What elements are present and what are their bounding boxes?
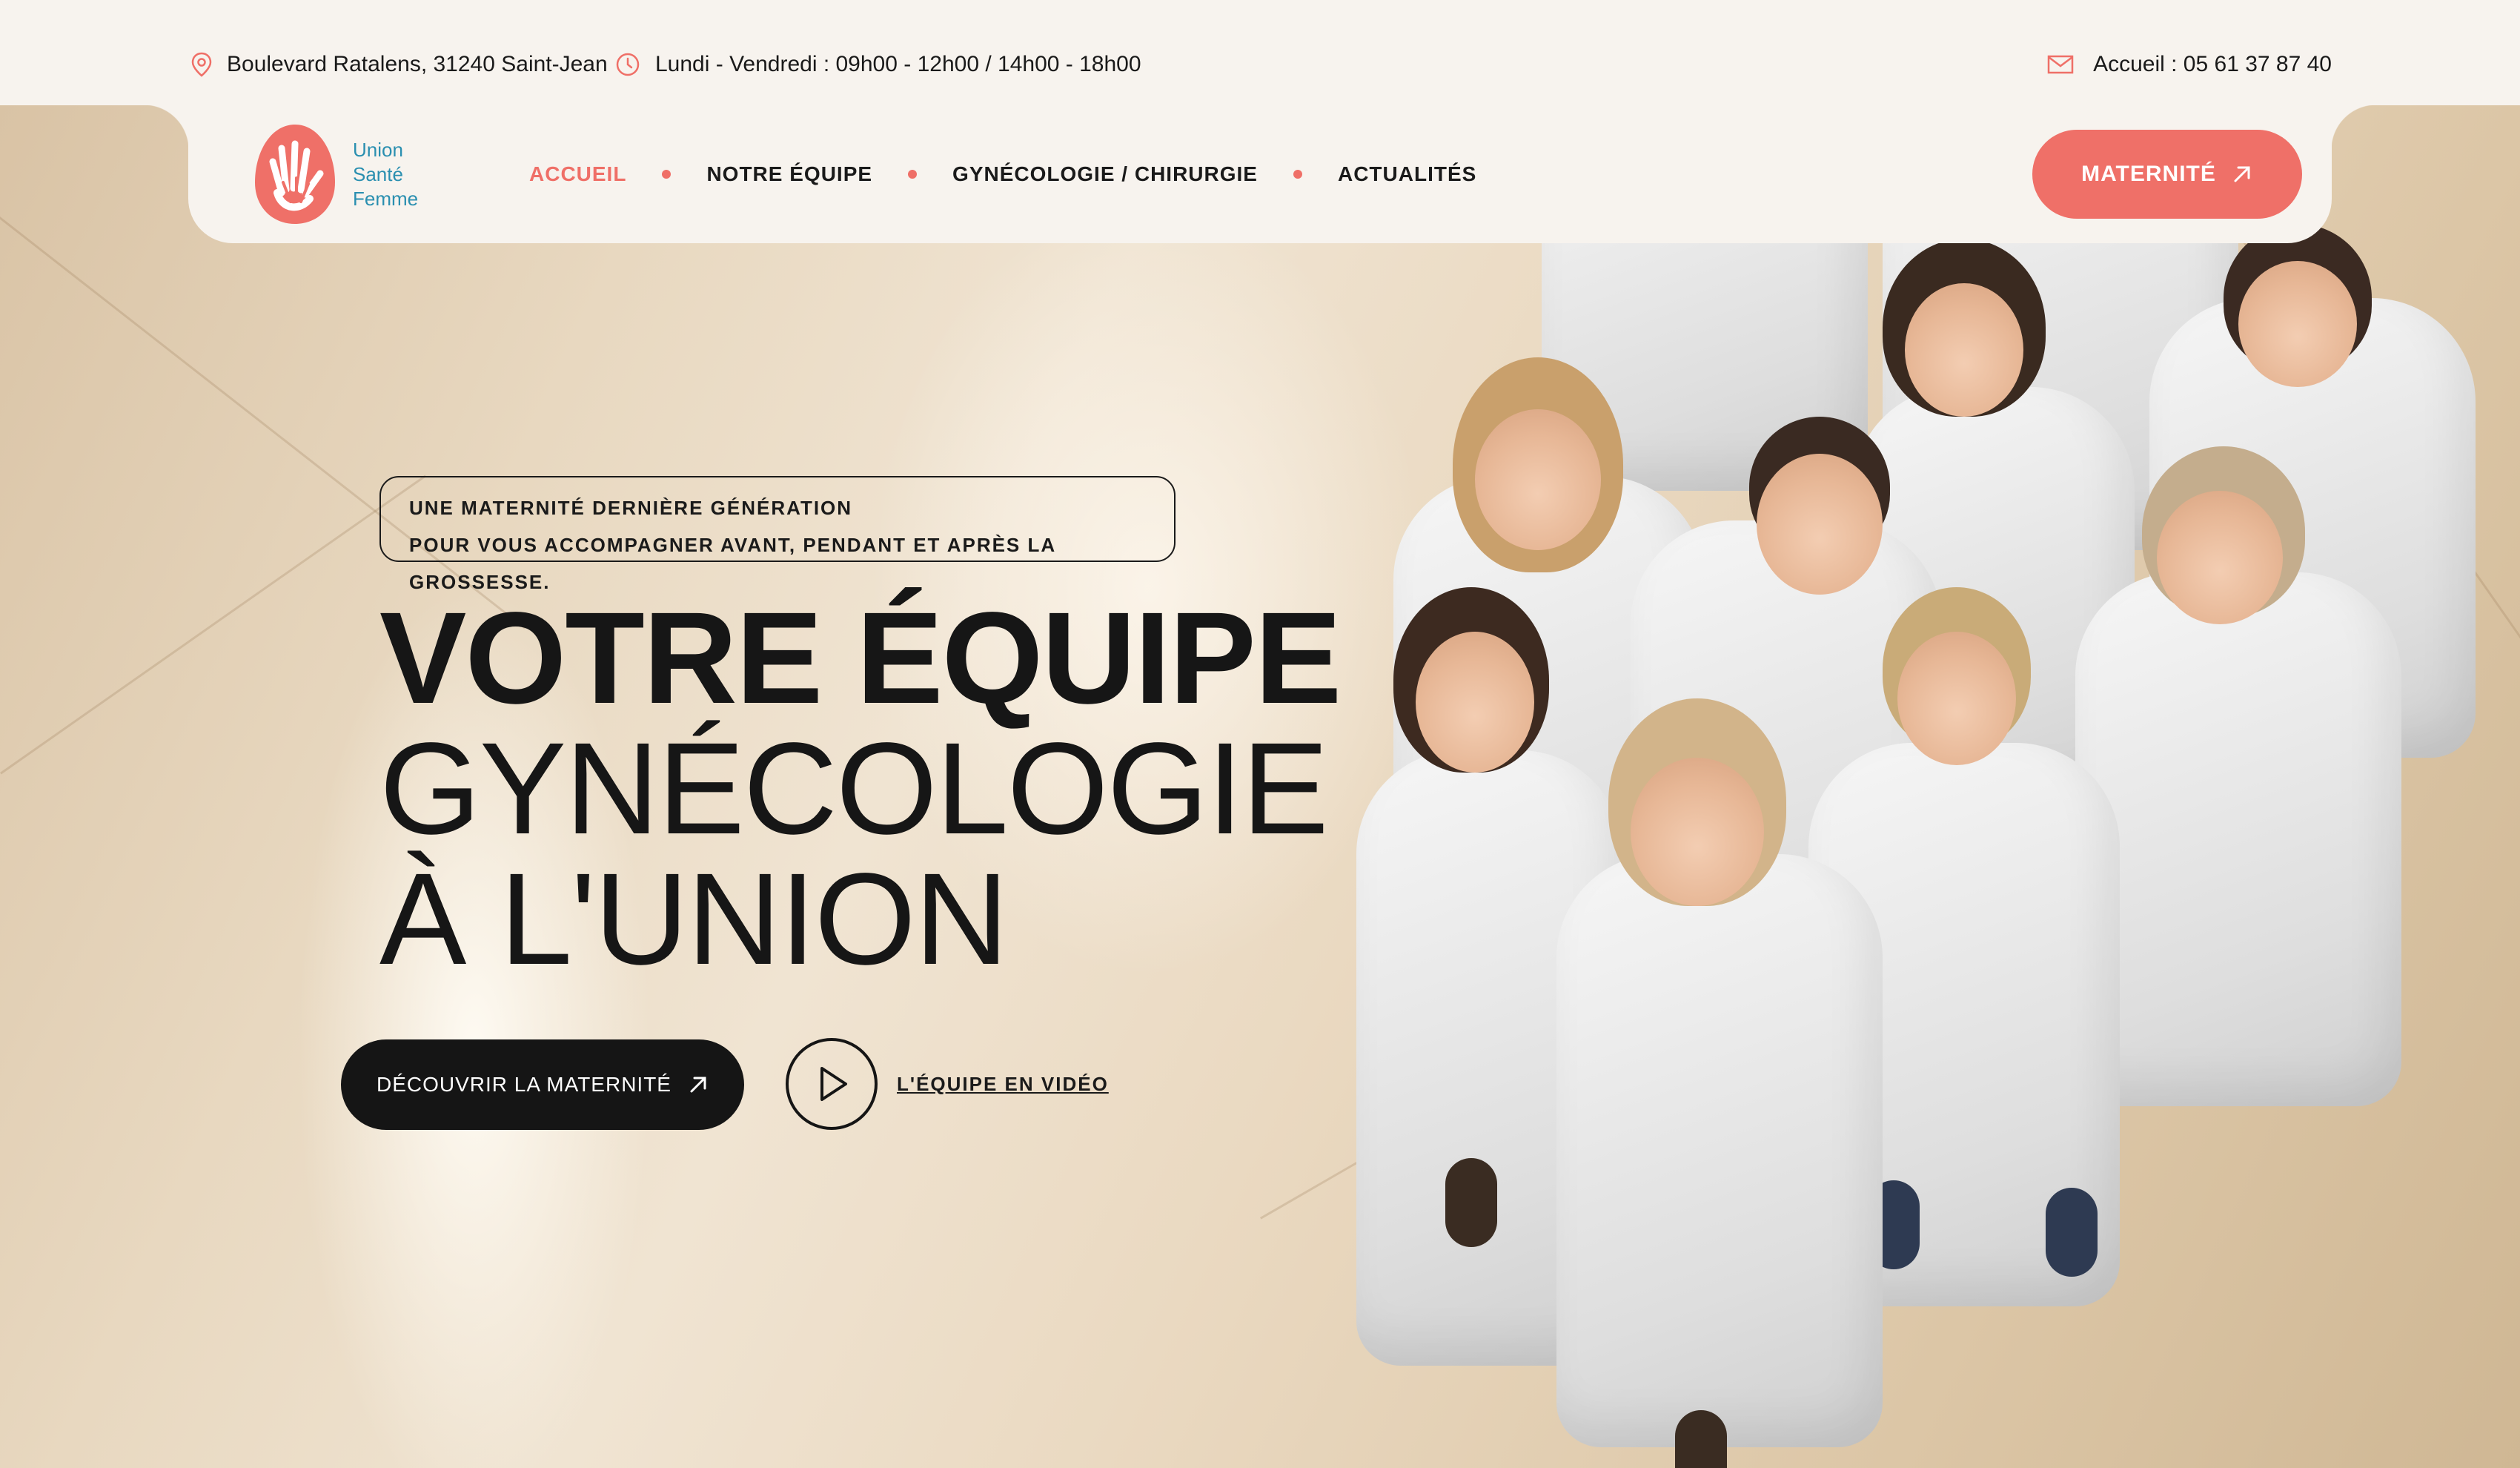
hours-info: Lundi - Vendredi : 09h00 - 12h00 / 14h00… <box>615 52 1141 77</box>
clock-icon <box>616 53 640 76</box>
main-navigation-card: Union Santé Femme ACCUEIL NOTRE ÉQUIPE G… <box>144 105 2376 243</box>
nav-separator-dot <box>1293 170 1302 179</box>
headline-line-1: VOTRE ÉQUIPE <box>379 586 1342 731</box>
team-video-link[interactable]: L'ÉQUIPE EN VIDÉO <box>786 1038 1109 1130</box>
discover-button-label: DÉCOUVRIR LA MATERNITÉ <box>377 1073 672 1096</box>
address-info: Boulevard Ratalens, 31240 Saint-Jean <box>191 52 608 77</box>
nav-separator-dot <box>908 170 918 179</box>
logo-line-3: Femme <box>353 187 419 210</box>
hero-headline: VOTRE ÉQUIPE GYNÉCOLOGIE À L'UNION <box>379 586 1342 992</box>
headline-line-2: GYNÉCOLOGIE <box>379 716 1329 862</box>
nav-item-accueil[interactable]: ACCUEIL <box>529 162 626 186</box>
location-pin-icon <box>191 52 212 77</box>
top-info-bar: Boulevard Ratalens, 31240 Saint-Jean Lun… <box>0 0 2520 105</box>
phone-text[interactable]: Accueil : 05 61 37 87 40 <box>2093 52 2332 77</box>
hero-tagline: UNE MATERNITÉ DERNIÈRE GÉNÉRATION POUR V… <box>379 476 1176 593</box>
headline-line-3: À L'UNION <box>379 847 1009 992</box>
hands-logo-icon <box>255 125 335 224</box>
arrow-up-right-icon <box>690 1077 706 1093</box>
logo-line-2: Santé <box>353 162 403 185</box>
nav-item-notre-equipe[interactable]: NOTRE ÉQUIPE <box>706 162 872 186</box>
nav-item-actualites[interactable]: ACTUALITÉS <box>1338 162 1476 186</box>
hours-text: Lundi - Vendredi : 09h00 - 12h00 / 14h00… <box>655 52 1141 76</box>
nav-separator-dot <box>662 170 672 179</box>
arrow-up-right-icon <box>2234 166 2250 182</box>
maternite-button[interactable]: MATERNITÉ <box>2032 130 2302 219</box>
mail-icon <box>2047 55 2074 74</box>
team-video-label[interactable]: L'ÉQUIPE EN VIDÉO <box>897 1073 1109 1096</box>
logo-text: Union Santé Femme <box>353 138 418 211</box>
discover-maternite-button[interactable]: DÉCOUVRIR LA MATERNITÉ <box>341 1039 744 1130</box>
play-icon[interactable] <box>786 1038 878 1130</box>
main-nav: ACCUEIL NOTRE ÉQUIPE GYNÉCOLOGIE / CHIRU… <box>529 105 1476 243</box>
address-text: Boulevard Ratalens, 31240 Saint-Jean <box>227 52 608 76</box>
logo-line-1: Union <box>353 138 403 161</box>
site-logo[interactable]: Union Santé Femme <box>252 122 418 227</box>
maternite-button-label: MATERNITÉ <box>2081 162 2216 186</box>
nav-item-gynecologie-chirurgie[interactable]: GYNÉCOLOGIE / CHIRURGIE <box>952 162 1258 186</box>
tagline-line-1: UNE MATERNITÉ DERNIÈRE GÉNÉRATION <box>409 497 853 519</box>
phone-info[interactable]: Accueil : 05 61 37 87 40 <box>2047 52 2332 77</box>
